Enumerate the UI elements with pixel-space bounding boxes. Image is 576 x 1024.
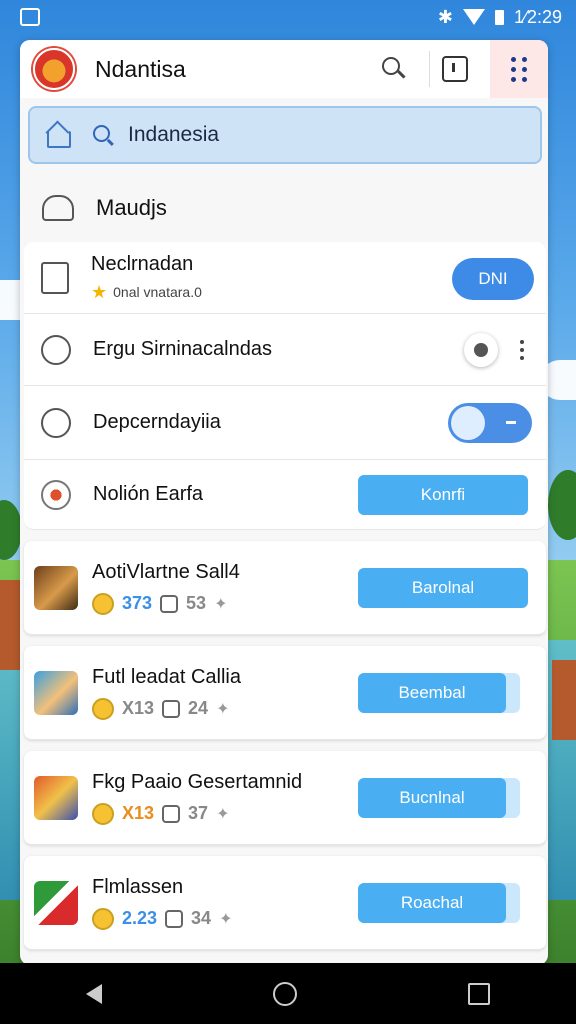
radio-button[interactable] [464, 332, 498, 367]
bolt-icon: ✦ [214, 595, 228, 613]
chip-icon [160, 594, 179, 613]
row-title: Neclrnadan [91, 252, 194, 275]
record-icon [41, 479, 71, 510]
document-icon [41, 261, 69, 294]
app-rating: 373 [122, 593, 153, 613]
emoji-icon [92, 907, 114, 930]
search-icon[interactable] [369, 40, 417, 98]
toggle-switch[interactable] [448, 402, 532, 443]
row-subtitle: 0nal vnatara.0 [113, 284, 202, 300]
list-item[interactable]: Depcerndayiia [24, 386, 546, 460]
app-action-button[interactable]: Beembal [358, 672, 506, 713]
app-title: Futl leadat Callia [92, 665, 241, 688]
app-count: 24 [188, 698, 209, 718]
app-title: AotiVlartne Sall4 [92, 560, 240, 583]
magnifier-icon [92, 124, 114, 146]
search-value[interactable]: Indanesia [128, 123, 219, 147]
back-icon[interactable] [85, 983, 102, 1004]
bluetooth-icon: ✱ [437, 6, 453, 27]
dni-button[interactable]: DNI [452, 258, 534, 300]
more-icon[interactable] [520, 339, 524, 360]
page-title: Ndantisa [95, 55, 186, 82]
section-title: Maudjs [96, 195, 167, 220]
app-count: 53 [186, 593, 207, 613]
app-action-button[interactable]: Barolnal [358, 567, 528, 608]
app-icon [34, 565, 78, 610]
home-nav-icon[interactable] [272, 981, 297, 1006]
navigation-bar [0, 963, 576, 1024]
app-row[interactable]: Futl leadat Callia X13 24 ✦ Beembal [24, 646, 546, 740]
app-row[interactable]: AotiVlartne Sall4 373 53 ✦ Barolnal [24, 541, 546, 635]
row-title: Ergu Sirninacalndas [93, 338, 272, 360]
list-item[interactable]: Nolión Earfa Konrfi [24, 460, 546, 530]
emoji-icon [92, 802, 114, 825]
chip-icon [162, 699, 181, 718]
app-rating: 2.23 [122, 908, 158, 928]
app-rating: X13 [122, 803, 155, 823]
app-row[interactable]: Fkg Paaio Gesertamnid X13 37 ✦ Bucnlnal [24, 751, 546, 845]
status-bar: ✱ 1⁄2:29 [0, 0, 576, 34]
bolt-icon: ✦ [216, 805, 230, 823]
grid-dots-icon[interactable] [490, 40, 548, 98]
main-panel: Ndantisa Indanesia Maudjs Neclrnadan ★ 0… [20, 40, 548, 965]
emoji-icon [92, 697, 114, 720]
bolt-icon: ✦ [219, 910, 233, 928]
app-action-button[interactable]: Bucnlnal [358, 777, 506, 818]
star-icon: ★ [91, 281, 108, 302]
cloud-icon [42, 195, 74, 221]
app-logo [33, 48, 75, 90]
info-box-icon[interactable] [442, 56, 468, 82]
clock: 1⁄2:29 [513, 6, 562, 27]
row-title: Nolión Earfa [93, 483, 204, 505]
chip-icon [165, 909, 184, 928]
divider [429, 51, 430, 87]
app-icon [34, 880, 78, 925]
list-item[interactable]: Ergu Sirninacalndas [24, 314, 546, 386]
notification-icon [20, 8, 40, 26]
app-action-button[interactable]: Roachal [358, 882, 506, 923]
app-title: Flmlassen [92, 875, 184, 898]
app-header: Ndantisa [20, 40, 548, 98]
settings-list: Neclrnadan ★ 0nal vnatara.0 DNI Ergu Sir… [24, 242, 546, 950]
wifi-icon [462, 9, 485, 25]
compass-icon [41, 407, 71, 438]
app-rating: X13 [122, 698, 155, 718]
row-title: Depcerndayiia [93, 411, 221, 433]
section-header: Maudjs [20, 180, 548, 236]
app-row[interactable]: Flmlassen 2.23 34 ✦ Roachal [24, 856, 546, 950]
battery-icon [494, 9, 504, 25]
compass-icon [41, 334, 71, 365]
chip-icon [162, 804, 181, 823]
home-icon[interactable] [44, 121, 72, 149]
konrfi-button[interactable]: Konrfi [358, 474, 528, 515]
bolt-icon: ✦ [216, 700, 230, 718]
recents-icon[interactable] [468, 982, 491, 1005]
app-count: 37 [188, 803, 209, 823]
app-title: Fkg Paaio Gesertamnid [92, 770, 303, 793]
app-icon [34, 775, 78, 820]
app-count: 34 [191, 908, 212, 928]
list-item[interactable]: Neclrnadan ★ 0nal vnatara.0 DNI [24, 242, 546, 314]
app-icon [34, 670, 78, 715]
emoji-icon [92, 592, 114, 615]
search-input[interactable]: Indanesia [28, 106, 542, 164]
